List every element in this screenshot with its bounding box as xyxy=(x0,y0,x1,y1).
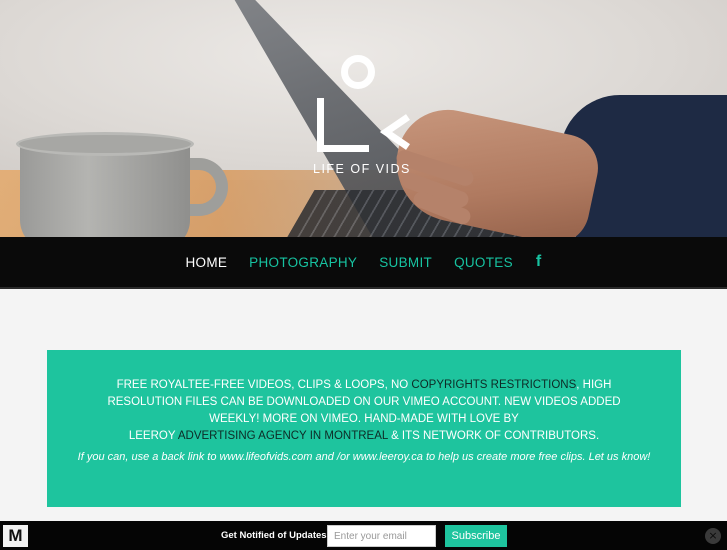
logo-l-vertical xyxy=(317,98,324,152)
hero-image: LIFE OF VIDS xyxy=(0,0,727,237)
logo-chevron xyxy=(380,114,410,150)
notify-label: Get Notified of Updates xyxy=(221,530,327,541)
subscribe-button[interactable]: Subscribe xyxy=(445,525,507,547)
nav-photography[interactable]: PHOTOGRAPHY xyxy=(249,255,357,270)
m-logo-icon[interactable]: M xyxy=(3,525,28,547)
mug-rim xyxy=(16,132,194,156)
email-input[interactable] xyxy=(327,525,436,547)
intro-text: FREE ROYALTEE-FREE VIDEOS, CLIPS & LOOPS… xyxy=(87,377,641,445)
agency-link[interactable]: ADVERTISING AGENCY IN MONTREAL xyxy=(178,430,388,442)
logo-text: LIFE OF VIDS xyxy=(313,162,411,176)
logo-circle xyxy=(341,55,375,89)
facebook-icon[interactable]: f xyxy=(536,253,542,271)
notification-bar: M Get Notified of Updates Subscribe × xyxy=(0,521,727,550)
intro-text-part: FREE ROYALTEE-FREE VIDEOS, CLIPS & LOOPS… xyxy=(116,379,412,391)
main-content: FREE ROYALTEE-FREE VIDEOS, CLIPS & LOOPS… xyxy=(0,291,727,521)
backlink-note: If you can, use a back link to www.lifeo… xyxy=(77,451,651,463)
nav-home[interactable]: HOME xyxy=(185,255,227,270)
nav-quotes[interactable]: QUOTES xyxy=(454,255,513,270)
logo-l-horizontal xyxy=(317,145,369,152)
intro-text-part: LEEROY xyxy=(128,430,178,442)
close-icon[interactable]: × xyxy=(705,528,721,544)
nav-submit[interactable]: SUBMIT xyxy=(379,255,432,270)
main-nav: HOME PHOTOGRAPHY SUBMIT QUOTES f xyxy=(0,237,727,289)
copyrights-link[interactable]: COPYRIGHTS RESTRICTIONS xyxy=(411,379,576,391)
intro-text-part: & ITS NETWORK OF CONTRIBUTORS. xyxy=(387,430,600,442)
intro-banner: FREE ROYALTEE-FREE VIDEOS, CLIPS & LOOPS… xyxy=(47,350,681,507)
